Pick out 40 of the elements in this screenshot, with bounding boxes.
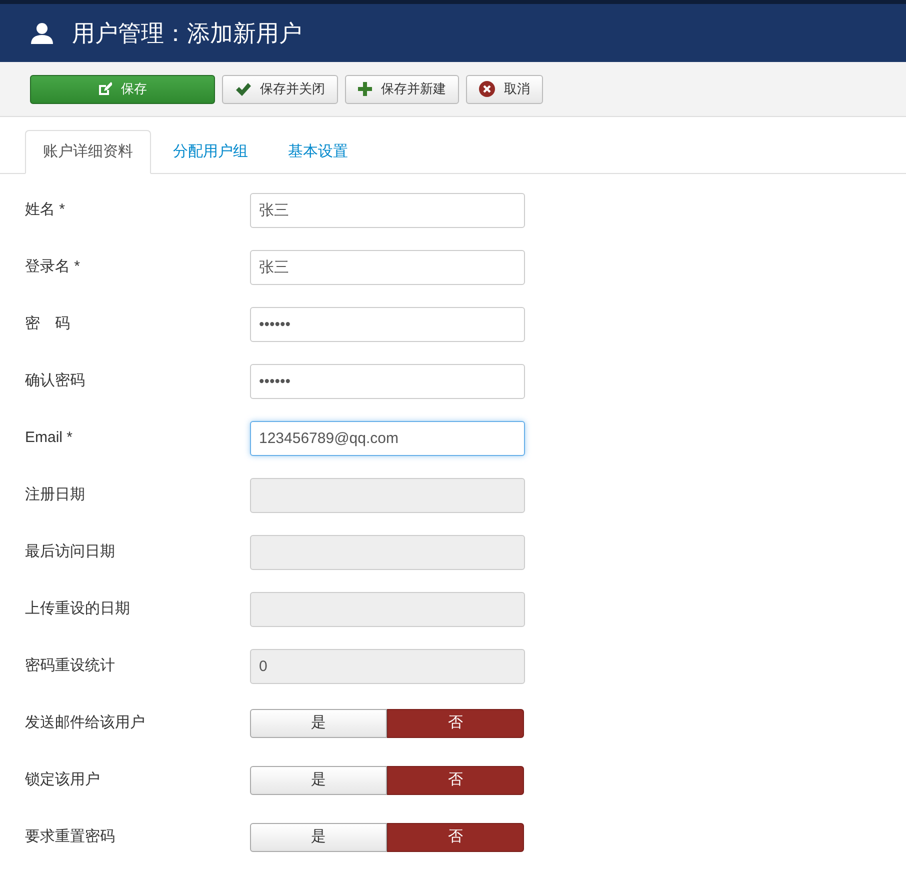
toggle-option[interactable]: 否 — [387, 766, 524, 795]
field-label: 确认密码 — [25, 371, 86, 392]
toolbar-button[interactable]: 取消 — [466, 74, 543, 104]
field-label: 要求重置密码 — [25, 827, 116, 848]
field-label: 发送邮件给该用户 — [25, 713, 146, 734]
field-label: 密 码 — [25, 314, 71, 334]
plus-icon — [358, 82, 372, 96]
input-field[interactable] — [250, 478, 525, 513]
cancel-icon — [479, 81, 495, 97]
field-label: 注册日期 — [25, 485, 86, 506]
field-label: 姓名 * — [25, 200, 66, 220]
input-field[interactable] — [250, 535, 525, 570]
toggle-option[interactable]: 否 — [387, 823, 524, 852]
toggle-option[interactable]: 是 — [250, 823, 387, 852]
tab[interactable]: 分配用户组 — [155, 130, 266, 174]
field-label: 锁定该用户 — [25, 770, 101, 790]
toggle-option[interactable]: 是 — [250, 766, 387, 795]
field-label: 上传重设的日期 — [25, 599, 131, 620]
check-icon — [235, 82, 251, 96]
input-field[interactable]: 张三 — [250, 193, 525, 228]
tab[interactable]: 账户详细资料 — [25, 130, 151, 174]
toggle-option[interactable]: 是 — [250, 709, 387, 738]
field-label: 最后访问日期 — [25, 542, 116, 562]
page-title: 用户管理：添加新用户 — [72, 18, 302, 48]
input-field[interactable]: •••••• — [250, 307, 525, 342]
input-field[interactable]: 张三 — [250, 250, 525, 285]
toolbar-button[interactable]: 保存并关闭 — [222, 74, 338, 104]
input-field[interactable]: 123456789@qq.com — [250, 421, 525, 456]
edit-icon — [98, 82, 112, 96]
toolbar-button[interactable]: 保存并新建 — [345, 74, 459, 104]
user-icon — [30, 22, 54, 44]
input-field[interactable]: 0 — [250, 649, 525, 684]
input-field[interactable]: •••••• — [250, 364, 525, 399]
input-field[interactable] — [250, 592, 525, 627]
tab[interactable]: 基本设置 — [270, 130, 366, 174]
field-label: 密码重设统计 — [25, 656, 116, 676]
field-label: 登录名 * — [25, 257, 82, 278]
field-label: Email * — [25, 428, 74, 448]
toggle-option[interactable]: 否 — [387, 709, 524, 738]
toolbar-button[interactable]: 保存 — [30, 74, 215, 104]
